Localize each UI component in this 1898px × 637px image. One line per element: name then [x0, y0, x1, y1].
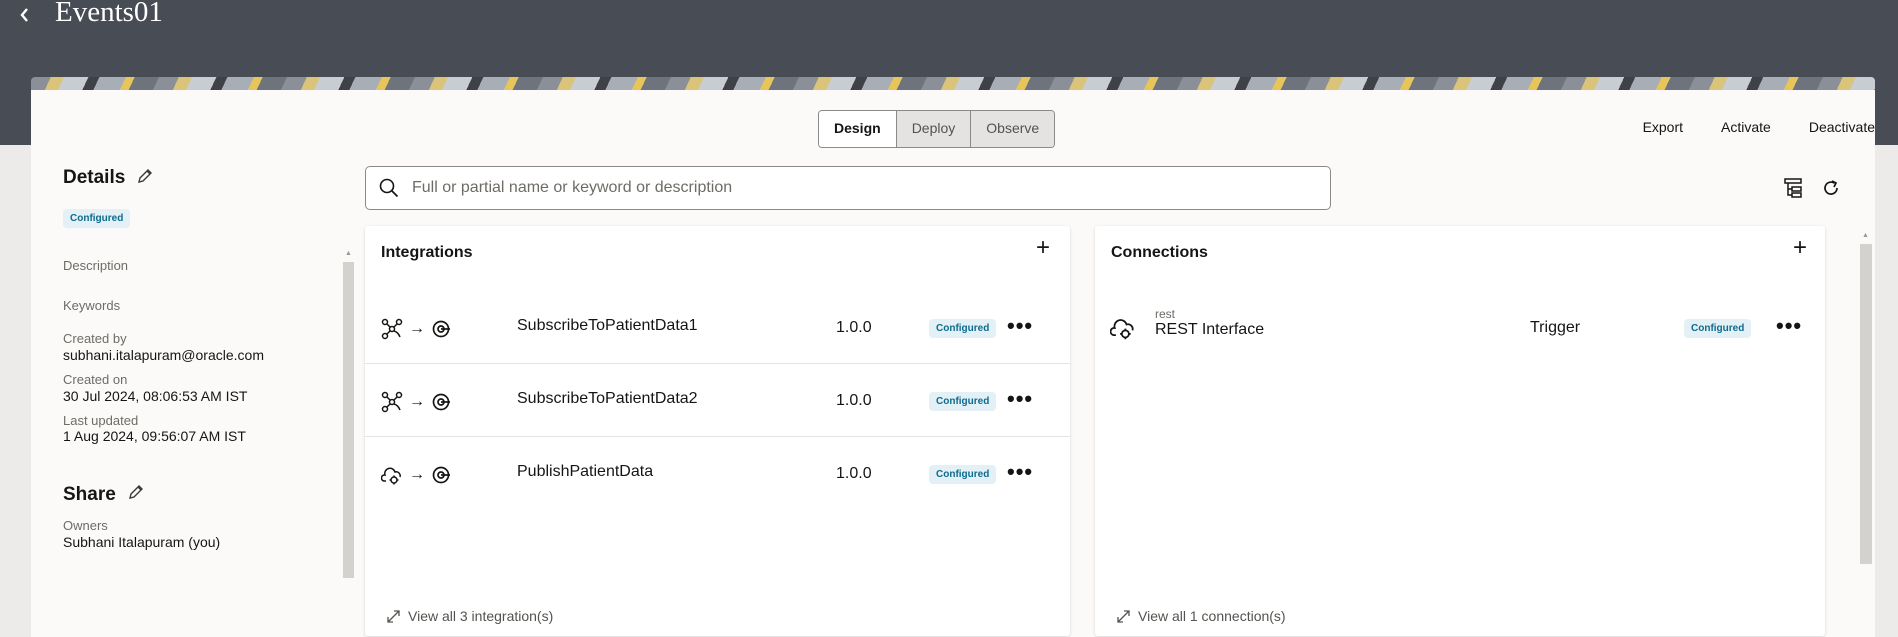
table-row[interactable]: → SubscribeToPatientData2 1.0.0 Configur…: [365, 363, 1070, 437]
search-icon: [379, 178, 399, 198]
more-actions-button[interactable]: •••: [1007, 313, 1033, 339]
integration-name[interactable]: PublishPatientData: [517, 463, 653, 481]
scroll-up-icon[interactable]: ▲: [1862, 232, 1869, 239]
table-row[interactable]: → PublishPatientData 1.0.0 Configured ••…: [365, 436, 1070, 509]
integration-version: 1.0.0: [836, 392, 872, 409]
mode-tabs: Design Deploy Observe: [818, 110, 1056, 148]
created-on-value: 30 Jul 2024, 08:06:53 AM IST: [63, 388, 248, 404]
more-actions-button[interactable]: •••: [1007, 459, 1033, 485]
hierarchy-view-button[interactable]: [1784, 178, 1802, 203]
status-badge: Configured: [63, 209, 131, 228]
scroll-up-icon[interactable]: ▲: [345, 250, 352, 257]
search-input[interactable]: [410, 167, 1314, 209]
back-button[interactable]: [10, 0, 40, 30]
view-all-integrations-link[interactable]: View all 3 integration(s): [387, 608, 553, 624]
export-button[interactable]: Export: [1643, 119, 1683, 135]
connection-type: rest: [1155, 307, 1176, 321]
connections-title: Connections: [1111, 244, 1208, 261]
page-title: Events01: [55, 0, 163, 28]
list-item[interactable]: rest REST Interface Trigger Configured •…: [1095, 290, 1825, 363]
integration-version: 1.0.0: [836, 319, 872, 336]
event-network-icon: [381, 391, 403, 413]
search-box: [365, 166, 1331, 210]
view-all-connections-label: View all 1 connection(s): [1138, 608, 1286, 624]
background-texture: [0, 145, 31, 637]
expand-icon: [1117, 609, 1130, 623]
deactivate-button[interactable]: Deactivate: [1809, 119, 1875, 135]
connection-name[interactable]: REST Interface: [1155, 321, 1264, 339]
subscriber-icon: [432, 393, 450, 411]
share-title: Share: [63, 484, 116, 505]
status-badge: Configured: [929, 465, 997, 484]
tab-deploy[interactable]: Deploy: [895, 111, 971, 147]
main-scrollbar[interactable]: [1860, 244, 1872, 564]
owners-value: Subhani Italapuram (you): [63, 534, 221, 550]
arrow-right-icon: →: [409, 466, 425, 483]
cloud-gear-icon: [381, 467, 401, 485]
integration-name[interactable]: SubscribeToPatientData1: [517, 317, 698, 335]
arrow-right-icon: →: [409, 393, 425, 410]
view-all-connections-link[interactable]: View all 1 connection(s): [1117, 608, 1286, 624]
view-all-integrations-label: View all 3 integration(s): [408, 608, 554, 624]
more-actions-button[interactable]: •••: [1776, 313, 1802, 339]
decorative-banner: [31, 77, 1875, 90]
add-integration-button[interactable]: +: [1036, 236, 1050, 260]
description-label: Description: [63, 258, 129, 273]
status-badge: Configured: [929, 319, 997, 338]
hierarchy-icon: [1784, 178, 1802, 198]
chevron-left-icon: [20, 8, 28, 22]
activate-button[interactable]: Activate: [1721, 119, 1771, 135]
created-on-label: Created on: [63, 372, 128, 387]
edit-share-button[interactable]: [128, 484, 144, 505]
created-by-value: subhani.italapuram@oracle.com: [63, 347, 264, 363]
connection-role: Trigger: [1530, 319, 1581, 336]
created-by-label: Created by: [63, 331, 127, 346]
pencil-icon: [129, 485, 143, 499]
integrations-panel: Integrations + → SubscribeToPatientData1…: [365, 226, 1070, 636]
integration-version: 1.0.0: [836, 465, 872, 482]
table-row[interactable]: → SubscribeToPatientData1 1.0.0 Configur…: [365, 290, 1070, 364]
last-updated-label: Last updated: [63, 413, 139, 428]
subscriber-icon: [432, 320, 450, 338]
tab-design[interactable]: Design: [819, 111, 896, 147]
pencil-icon: [138, 169, 152, 183]
owners-label: Owners: [63, 518, 108, 533]
event-network-icon: [381, 318, 403, 340]
tab-observe[interactable]: Observe: [970, 111, 1055, 147]
more-actions-button[interactable]: •••: [1007, 386, 1033, 412]
refresh-button[interactable]: [1822, 179, 1840, 202]
status-badge: Configured: [929, 392, 997, 411]
add-connection-button[interactable]: +: [1793, 236, 1807, 260]
expand-icon: [387, 609, 400, 623]
status-badge: Configured: [1684, 319, 1752, 338]
details-title: Details: [63, 167, 126, 188]
sidebar-scrollbar[interactable]: [343, 262, 354, 578]
arrow-right-icon: →: [409, 320, 425, 337]
background-texture: [1875, 145, 1898, 637]
last-updated-value: 1 Aug 2024, 09:56:07 AM IST: [63, 428, 246, 444]
connections-panel: Connections + rest REST Interface Trigge…: [1095, 226, 1825, 636]
cloud-gear-icon: [1110, 319, 1134, 340]
edit-details-button[interactable]: [137, 168, 153, 189]
integration-name[interactable]: SubscribeToPatientData2: [517, 390, 698, 408]
keywords-label: Keywords: [63, 298, 121, 313]
refresh-icon: [1824, 180, 1838, 195]
header-actions: Export Activate Deactivate: [1643, 119, 1875, 135]
integrations-title: Integrations: [381, 244, 473, 261]
subscriber-icon: [432, 466, 450, 484]
